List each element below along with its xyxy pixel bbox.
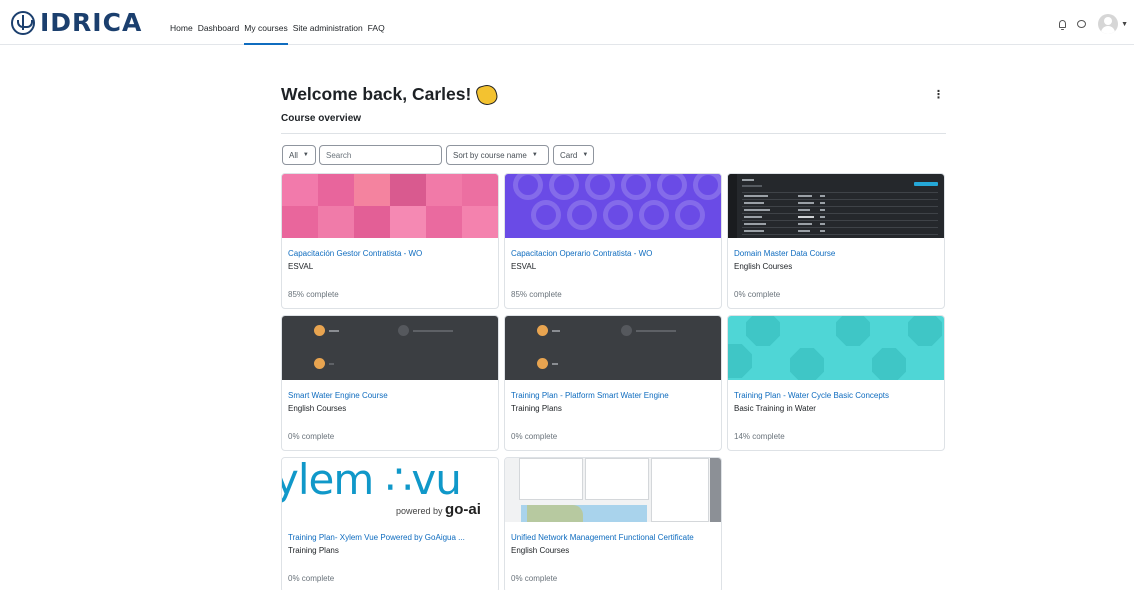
nav-site-administration[interactable]: Site administration — [293, 0, 363, 45]
course-image — [505, 458, 721, 522]
course-category: English Courses — [288, 404, 347, 413]
course-category: ESVAL — [511, 262, 537, 271]
grouping-dropdown[interactable]: All ▼ — [282, 145, 316, 165]
course-progress: 0% complete — [511, 432, 558, 441]
sort-value: Sort by course name — [453, 150, 527, 160]
nav-faq[interactable]: FAQ — [368, 0, 385, 45]
course-image: ylem ∴vu powered by go-ai — [282, 458, 498, 522]
primary-navigation: Home Dashboard My courses Site administr… — [170, 0, 390, 45]
course-name-link[interactable]: Training Plan - Water Cycle Basic Concep… — [734, 391, 889, 400]
brand-name: IDRICA — [40, 8, 143, 37]
powered-by-goaigua-logo: powered by go-ai — [396, 501, 481, 518]
chevron-down-icon: ▼ — [582, 152, 589, 158]
powered-by-text: powered by — [396, 506, 443, 516]
chevron-down-icon: ▼ — [531, 152, 538, 158]
view-value: Card — [560, 150, 578, 160]
course-image — [505, 316, 721, 380]
course-image — [282, 174, 498, 238]
notifications-bell-icon[interactable] — [1059, 20, 1067, 30]
logo-icon — [11, 11, 35, 35]
course-name-link[interactable]: Smart Water Engine Course — [288, 391, 388, 400]
sort-dropdown[interactable]: Sort by course name ▼ — [446, 145, 549, 165]
course-name-link[interactable]: Capacitación Gestor Contratista - WO — [288, 249, 422, 258]
course-image — [505, 174, 721, 238]
course-name-link[interactable]: Training Plan - Platform Smart Water Eng… — [511, 391, 669, 400]
user-avatar[interactable] — [1098, 14, 1119, 34]
nav-my-courses[interactable]: My courses — [244, 0, 289, 45]
course-image — [728, 174, 944, 238]
messages-chat-icon[interactable] — [1077, 20, 1087, 28]
course-progress: 0% complete — [511, 574, 558, 583]
course-progress: 0% complete — [288, 432, 335, 441]
course-name-link[interactable]: Unified Network Management Functional Ce… — [511, 533, 694, 542]
course-card[interactable]: Capacitacion Operario Contratista - WO E… — [504, 173, 722, 309]
goaigua-text: go-ai — [445, 501, 481, 518]
more-options-kebab-icon[interactable]: ⋮ — [933, 88, 944, 101]
course-image — [282, 316, 498, 380]
course-category: Training Plans — [511, 404, 562, 413]
xylem-vue-logo: ylem ∴vu — [282, 458, 462, 504]
site-logo[interactable]: IDRICA — [11, 8, 143, 37]
course-name-link[interactable]: Domain Master Data Course — [734, 249, 835, 258]
waving-hand-icon — [475, 82, 500, 107]
course-card[interactable]: Capacitación Gestor Contratista - WO ESV… — [281, 173, 499, 309]
user-menu-chevron-down-icon[interactable]: ▼ — [1121, 21, 1128, 28]
course-progress: 85% complete — [288, 290, 339, 299]
search-input[interactable]: Search — [319, 145, 442, 165]
course-name-link[interactable]: Training Plan- Xylem Vue Powered by GoAi… — [288, 533, 465, 542]
course-progress: 0% complete — [288, 574, 335, 583]
course-category: Basic Training in Water — [734, 404, 816, 413]
view-dropdown[interactable]: Card ▼ — [553, 145, 594, 165]
course-card[interactable]: Domain Master Data Course English Course… — [727, 173, 945, 309]
course-card[interactable]: Smart Water Engine Course English Course… — [281, 315, 499, 451]
course-category: English Courses — [734, 262, 793, 271]
search-placeholder: Search — [326, 150, 352, 160]
course-overview-heading: Course overview — [281, 113, 362, 124]
section-divider — [281, 133, 946, 134]
grouping-value: All — [289, 150, 298, 160]
course-card[interactable]: Training Plan - Platform Smart Water Eng… — [504, 315, 722, 451]
course-card[interactable]: ylem ∴vu powered by go-ai Training Plan-… — [281, 457, 499, 590]
welcome-text: Welcome back, Carles! — [281, 84, 472, 104]
course-image — [728, 316, 944, 380]
course-category: ESVAL — [288, 262, 314, 271]
course-category: English Courses — [511, 546, 570, 555]
user-area: ▼ — [1059, 14, 1128, 34]
course-progress: 85% complete — [511, 290, 562, 299]
page-title: Welcome back, Carles! — [281, 82, 500, 107]
nav-home[interactable]: Home — [170, 0, 193, 45]
course-progress: 0% complete — [734, 290, 781, 299]
course-card[interactable]: Unified Network Management Functional Ce… — [504, 457, 722, 590]
course-progress: 14% complete — [734, 432, 785, 441]
course-name-link[interactable]: Capacitacion Operario Contratista - WO — [511, 249, 652, 258]
chevron-down-icon: ▼ — [302, 152, 309, 158]
course-card[interactable]: Training Plan - Water Cycle Basic Concep… — [727, 315, 945, 451]
nav-dashboard[interactable]: Dashboard — [198, 0, 240, 45]
top-navbar: IDRICA Home Dashboard My courses Site ad… — [0, 0, 1134, 45]
course-category: Training Plans — [288, 546, 339, 555]
